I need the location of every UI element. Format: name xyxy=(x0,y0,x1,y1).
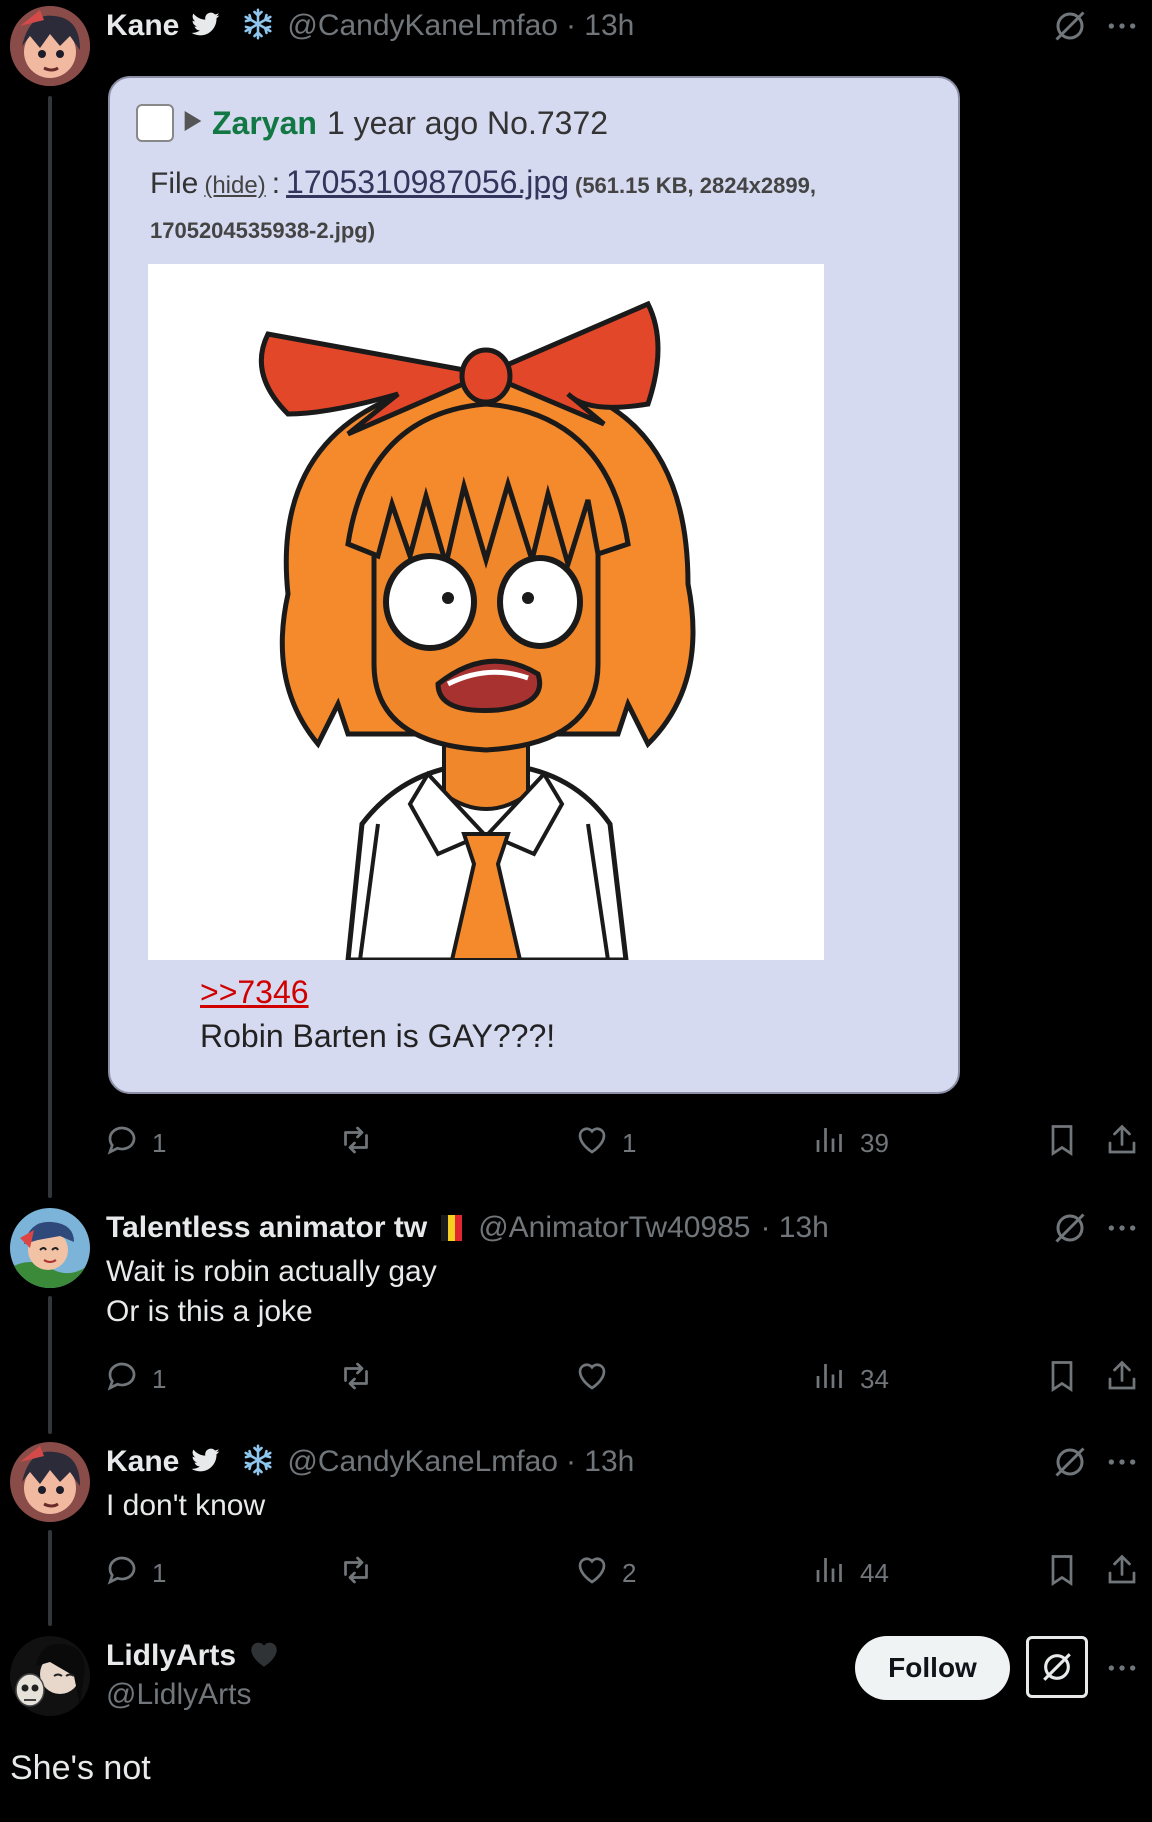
display-name[interactable]: Kane xyxy=(106,1445,179,1479)
poster-name: Zaryan xyxy=(212,104,317,141)
views-button[interactable]: 44 xyxy=(812,1552,889,1595)
reply-count: 1 xyxy=(152,1364,167,1394)
more-icon[interactable] xyxy=(1106,1446,1138,1483)
triangle-icon xyxy=(184,110,202,136)
share-icon[interactable] xyxy=(1104,1122,1140,1163)
like-icon xyxy=(574,1122,610,1165)
retweet-icon xyxy=(338,1358,374,1401)
like-button[interactable] xyxy=(574,1358,622,1401)
avatar[interactable] xyxy=(10,1636,90,1716)
file-details: (561.15 KB, 2824x2899, xyxy=(575,173,816,198)
snowflake-icon xyxy=(241,1443,275,1482)
tweet-header: Kane @CandyKaneLmfao · 13h xyxy=(106,6,634,46)
thread-line xyxy=(48,96,52,1198)
follow-button[interactable]: Follow xyxy=(855,1636,1010,1700)
attached-drawing[interactable] xyxy=(148,264,824,963)
reply-button[interactable]: 1 xyxy=(104,1358,166,1401)
post-meta: 1 year ago No.7372 xyxy=(326,104,609,141)
tweet-header: Talentless animator tw @AnimatorTw40985 … xyxy=(106,1208,829,1248)
like-button[interactable]: 2 xyxy=(574,1552,636,1595)
retweet-button[interactable] xyxy=(338,1552,386,1595)
verified-bird-icon xyxy=(191,10,221,43)
retweet-icon xyxy=(338,1122,374,1165)
grok-icon[interactable] xyxy=(1052,8,1088,49)
more-icon[interactable] xyxy=(1106,1212,1138,1249)
views-button[interactable]: 34 xyxy=(812,1358,889,1401)
avatar[interactable] xyxy=(10,1208,90,1288)
views-icon xyxy=(812,1122,848,1165)
retweet-icon xyxy=(338,1552,374,1595)
like-count: 1 xyxy=(622,1128,637,1158)
views-button[interactable]: 39 xyxy=(812,1122,889,1165)
embedded-image[interactable]: Zaryan 1 year ago No.7372 File (hide) : … xyxy=(108,76,960,1094)
snowflake-icon xyxy=(241,7,275,46)
handle[interactable]: @CandyKaneLmfao xyxy=(287,1445,558,1479)
display-name[interactable]: Talentless animator tw xyxy=(106,1211,427,1245)
hide-link[interactable]: (hide) xyxy=(204,172,265,200)
thread-line xyxy=(48,1296,52,1434)
views-count: 44 xyxy=(860,1558,889,1588)
file-label: File xyxy=(150,167,199,200)
like-count: 2 xyxy=(622,1558,637,1588)
belgium-flag-icon xyxy=(441,1215,463,1241)
tweet-text-line-2: Or is this a joke xyxy=(106,1295,313,1328)
like-icon xyxy=(574,1358,610,1401)
more-icon[interactable] xyxy=(1106,10,1138,47)
views-count: 34 xyxy=(860,1364,889,1394)
display-name[interactable]: LidlyArts xyxy=(106,1639,236,1673)
post-message: Robin Barten is GAY???! xyxy=(200,1018,556,1054)
views-icon xyxy=(812,1358,848,1401)
checkbox-icon[interactable] xyxy=(136,104,174,142)
tweet-text-line-1: Wait is robin actually gay xyxy=(106,1255,437,1288)
timestamp[interactable]: · 13h xyxy=(566,1445,634,1479)
avatar[interactable] xyxy=(10,6,90,86)
file-link[interactable]: 1705310987056.jpg xyxy=(286,164,569,201)
retweet-button[interactable] xyxy=(338,1358,386,1401)
tweet-header: Kane @CandyKaneLmfao · 13h xyxy=(106,1442,634,1482)
views-icon xyxy=(812,1552,848,1595)
avatar[interactable] xyxy=(10,1442,90,1522)
reply-icon xyxy=(104,1552,140,1595)
handle[interactable]: @CandyKaneLmfao xyxy=(287,9,558,43)
main-tweet-text: She's not xyxy=(10,1749,151,1787)
file-info-row: File (hide) : 1705310987056.jpg (561.15 … xyxy=(150,164,816,201)
file-sep: : xyxy=(271,167,281,200)
verified-bird-icon xyxy=(191,1446,221,1479)
reply-button[interactable]: 1 xyxy=(104,1122,166,1165)
reply-count: 1 xyxy=(152,1128,167,1158)
reply-icon xyxy=(104,1122,140,1165)
grok-icon[interactable] xyxy=(1052,1444,1088,1485)
bookmark-icon[interactable] xyxy=(1044,1552,1080,1593)
retweet-button[interactable] xyxy=(338,1122,386,1165)
more-icon[interactable] xyxy=(1106,1652,1138,1689)
file-original-name: 1705204535938-2.jpg) xyxy=(150,218,376,243)
author-name-row: LidlyArts xyxy=(106,1636,282,1676)
handle[interactable]: @LidlyArts xyxy=(106,1678,252,1712)
handle[interactable]: @AnimatorTw40985 xyxy=(478,1211,750,1245)
bookmark-icon[interactable] xyxy=(1044,1122,1080,1163)
like-icon xyxy=(574,1552,610,1595)
share-icon[interactable] xyxy=(1104,1358,1140,1399)
timestamp[interactable]: · 13h xyxy=(760,1211,828,1245)
thread-line xyxy=(48,1530,52,1626)
share-icon[interactable] xyxy=(1104,1552,1140,1593)
reply-button[interactable]: 1 xyxy=(104,1552,166,1595)
reply-count: 1 xyxy=(152,1558,167,1588)
grok-icon[interactable] xyxy=(1052,1210,1088,1251)
bookmark-icon[interactable] xyxy=(1044,1358,1080,1399)
quote-link[interactable]: >>7346 xyxy=(200,974,309,1011)
heart-badge-icon xyxy=(246,1637,282,1676)
timestamp[interactable]: · 13h xyxy=(566,9,634,43)
display-name[interactable]: Kane xyxy=(106,9,179,43)
reply-icon xyxy=(104,1358,140,1401)
tweet-text-line-1: I don't know xyxy=(106,1489,266,1522)
post-header-row: Zaryan 1 year ago No.7372 xyxy=(136,102,608,144)
like-button[interactable]: 1 xyxy=(574,1122,636,1165)
views-count: 39 xyxy=(860,1128,889,1158)
grok-icon[interactable] xyxy=(1026,1636,1088,1698)
